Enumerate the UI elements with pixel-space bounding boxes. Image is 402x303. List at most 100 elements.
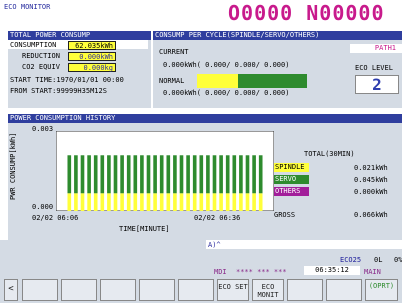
legend-spindle-value: 0.021kWh: [354, 164, 388, 172]
bar-servo-29: [258, 155, 263, 194]
bar-servo-20: [199, 155, 204, 194]
bar-spindle-28: [252, 193, 256, 211]
bar-spindle-29: [258, 193, 263, 211]
softkey-blank-7[interactable]: [326, 279, 362, 301]
current-label: CURRENT: [159, 48, 189, 56]
x-right-label: 02/02 06:36: [194, 214, 241, 222]
bar-servo-7: [113, 155, 118, 194]
eco-level-value: 2: [355, 75, 399, 94]
main-status: MAIN: [364, 268, 381, 276]
legend-servo-value: 0.045kWh: [354, 176, 388, 184]
history-panel: POWER CONSUMPTION HISTORY 0.003 PWR CONS…: [8, 114, 402, 240]
bar-servo-18: [186, 155, 190, 194]
co2-value: 0.000kg: [68, 63, 116, 72]
bar-spindle-8: [120, 193, 124, 211]
bar-spindle-18: [186, 193, 190, 211]
softkey-blank-4[interactable]: [139, 279, 175, 301]
bar-servo-4: [93, 155, 98, 194]
softkey-blank-6[interactable]: [287, 279, 323, 301]
y-axis-label: PWR CONSUMP[kWh]: [9, 132, 17, 200]
bar-spindle-21: [206, 193, 210, 211]
bar-servo-11: [140, 155, 144, 194]
stars-status: **** *** ***: [236, 268, 287, 276]
normal-label: NORMAL: [159, 77, 185, 85]
softkey-left-arrow[interactable]: <: [4, 279, 18, 301]
history-header: POWER CONSUMPTION HISTORY: [8, 114, 402, 123]
bar-servo-12: [146, 155, 151, 194]
x-left-label: 02/02 06:06: [32, 214, 79, 222]
softkey-blank-3[interactable]: [100, 279, 136, 301]
zero-status: 0L: [374, 256, 383, 264]
input-line[interactable]: [206, 240, 402, 249]
bar-servo-22: [212, 155, 217, 194]
bar-spindle-0: [67, 193, 72, 211]
input-prompt: A)^: [208, 241, 221, 249]
bar-servo-1: [74, 155, 78, 194]
reduction-value: 0.000kWh: [68, 52, 116, 61]
program-number: O0000 N00000: [228, 1, 385, 25]
cycle-header: CONSUMP PER CYCLE(SPINDLE/SERVO/OTHERS): [153, 31, 402, 40]
bar-spindle-14: [159, 193, 164, 211]
total-power-header: TOTAL POWER CONSUMP: [8, 31, 151, 40]
normal-bar-spindle: [197, 74, 238, 88]
bar-servo-5: [100, 155, 105, 194]
bar-spindle-19: [192, 193, 197, 211]
clock: 06:35:12: [304, 266, 360, 275]
bar-spindle-26: [239, 193, 243, 211]
bar-spindle-27: [245, 193, 250, 211]
bar-servo-24: [225, 155, 230, 194]
bar-servo-6: [107, 155, 111, 194]
softkey-blank-1[interactable]: [22, 279, 58, 301]
from-start: FROM START:99999H35M12S: [10, 87, 107, 95]
bar-servo-21: [206, 155, 210, 194]
bar-spindle-15: [166, 193, 171, 211]
bar-servo-27: [245, 155, 250, 194]
start-time: START TIME:1970/01/01 00:00: [10, 76, 124, 84]
softkey-eco-set[interactable]: ECO SET: [217, 279, 249, 301]
extra-status: 0%: [394, 256, 402, 264]
softkey-eco-monit[interactable]: ECO MONIT: [252, 279, 284, 301]
x-axis-label: TIME[MINUTE]: [119, 225, 170, 233]
bar-servo-26: [239, 155, 243, 194]
bar-servo-28: [252, 155, 256, 194]
bar-spindle-10: [133, 193, 138, 211]
status-area: A)^ ECO25 0L 0% MDI **** *** *** 06:35:1…: [0, 240, 402, 276]
bar-servo-13: [153, 155, 157, 194]
normal-values: 0.000kWh( 0.000/ 0.000/ 0.000): [163, 89, 290, 97]
reduction-label: REDUCTION: [22, 52, 60, 60]
bar-spindle-23: [219, 193, 223, 211]
bar-spindle-16: [173, 193, 177, 211]
bar-servo-3: [87, 155, 91, 194]
bar-spindle-12: [146, 193, 151, 211]
total-30min-label: TOTAL(30MIN): [304, 150, 355, 158]
cycle-consumption-panel: CONSUMP PER CYCLE(SPINDLE/SERVO/OTHERS) …: [153, 31, 402, 108]
bar-servo-8: [120, 155, 124, 194]
history-bar-chart: [56, 131, 274, 211]
consumption-value: 62.035kWh: [68, 41, 116, 50]
bar-servo-0: [67, 155, 72, 194]
bar-spindle-22: [212, 193, 217, 211]
y-top-label: 0.003: [32, 125, 54, 133]
bar-servo-19: [192, 155, 197, 194]
legend-others: OTHERS: [274, 187, 309, 196]
softkey-blank-2[interactable]: [61, 279, 97, 301]
co2-label: CO2 EQUIV: [22, 63, 60, 71]
softkey-blank-5[interactable]: [178, 279, 214, 301]
bar-spindle-9: [126, 193, 131, 211]
current-values: 0.000kWh( 0.000/ 0.000/ 0.000): [163, 61, 290, 69]
eco-level-label: ECO LEVEL: [355, 64, 393, 72]
bar-servo-17: [179, 155, 184, 194]
bar-spindle-13: [153, 193, 157, 211]
bar-spindle-25: [232, 193, 237, 211]
softkey-operation[interactable]: (OPRT): [365, 279, 398, 301]
bar-servo-15: [166, 155, 171, 194]
eco-status: ECO25: [340, 256, 362, 264]
gross-value: 0.066kWh: [354, 211, 388, 219]
bar-servo-23: [219, 155, 223, 194]
path-label: PATH1: [350, 44, 402, 53]
bar-spindle-1: [74, 193, 78, 211]
bar-spindle-11: [140, 193, 144, 211]
bar-spindle-6: [107, 193, 111, 211]
bar-servo-14: [159, 155, 164, 194]
bar-servo-10: [133, 155, 138, 194]
